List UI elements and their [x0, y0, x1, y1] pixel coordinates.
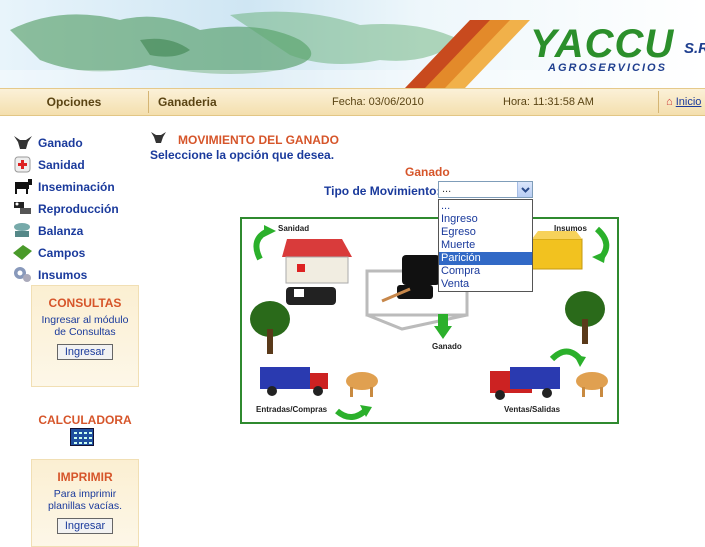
- time-label: Hora: 11:31:58 AM: [503, 96, 594, 108]
- page-title: MOVIMIENTO DEL GANADO: [178, 132, 339, 147]
- sidebar-item-campos[interactable]: Campos: [12, 243, 85, 263]
- section-label: Ganaderia: [158, 95, 217, 109]
- consultas-title: CONSULTAS: [48, 296, 122, 310]
- sidebar: Ganado Sanidad Inseminación Reproducción…: [0, 117, 148, 547]
- imprimir-text: Para imprimir planillas vacías.: [47, 488, 123, 512]
- imprimir-ingresar-button[interactable]: Ingresar: [56, 518, 114, 534]
- medical-kit-icon: [12, 155, 36, 175]
- diagram-label-sanidad: Sanidad: [278, 224, 310, 233]
- page-title-row: MOVIMIENTO DEL GANADO: [150, 130, 339, 149]
- field-icon: [12, 243, 36, 263]
- sidebar-item-ganado[interactable]: Ganado: [12, 133, 83, 153]
- cow-head-icon: [150, 130, 168, 149]
- sidebar-item-reproduccion[interactable]: Reproducción: [12, 199, 119, 219]
- brand-subtitle: AGROSERVICIOS: [548, 62, 667, 74]
- header-banner: YACCU S.R AGROSERVICIOS: [0, 0, 705, 88]
- diagram-label-insumos: Insumos: [554, 224, 587, 233]
- opciones-label: Opciones: [46, 95, 102, 109]
- dropdown-option[interactable]: ...: [439, 200, 532, 213]
- page-subtitle: Seleccione la opción que desea.: [150, 148, 335, 162]
- bull-icon: [12, 177, 36, 197]
- calculadora-title: CALCULADORA: [38, 413, 132, 427]
- tipo-movimiento-label: Tipo de Movimiento:: [324, 184, 441, 198]
- scale-icon: [12, 221, 36, 241]
- movement-diagram: Sanidad Insumos Ganado Entradas/Compras …: [240, 217, 619, 424]
- chevron-down-icon[interactable]: [517, 182, 532, 197]
- brand-suffix: S.R: [684, 40, 705, 57]
- imprimir-title: IMPRIMIR: [57, 470, 113, 484]
- sidebar-item-insumos[interactable]: Insumos: [12, 265, 87, 285]
- cattle-flow-illustration: [250, 225, 610, 420]
- cow-head-icon: [12, 133, 36, 153]
- dropdown-option[interactable]: Venta: [439, 278, 532, 291]
- gears-icon: [12, 265, 36, 285]
- home-icon: ⌂: [666, 96, 673, 108]
- sidebar-item-balanza[interactable]: Balanza: [12, 221, 83, 241]
- cows-icon: [12, 199, 36, 219]
- dropdown-option[interactable]: Muerte: [439, 239, 532, 252]
- diagram-label-ganado: Ganado: [432, 342, 462, 351]
- dropdown-option[interactable]: Ingreso: [439, 213, 532, 226]
- brand-logo: YACCU: [530, 22, 675, 66]
- calculator-icon[interactable]: [70, 428, 94, 446]
- diagram-label-entradas: Entradas/Compras: [256, 405, 328, 414]
- consultas-text: Ingresar al módulo de Consultas: [41, 314, 129, 338]
- dropdown-option[interactable]: Egreso: [439, 226, 532, 239]
- sidebar-item-sanidad[interactable]: Sanidad: [12, 155, 85, 175]
- diagram-label-ventas: Ventas/Salidas: [504, 405, 561, 414]
- tipo-movimiento-dropdown[interactable]: ... Ingreso Egreso Muerte Parición Compr…: [438, 199, 533, 292]
- home-link[interactable]: ⌂ Inicio: [666, 89, 701, 115]
- sidebar-item-inseminacion[interactable]: Inseminación: [12, 177, 115, 197]
- consultas-ingresar-button[interactable]: Ingresar: [56, 344, 114, 360]
- main-content: MOVIMIENTO DEL GANADO Seleccione la opci…: [148, 117, 705, 542]
- consultas-panel: CONSULTAS Ingresar al módulo de Consulta…: [31, 285, 139, 387]
- top-bar: Opciones Ganaderia Fecha: 03/06/2010 Hor…: [0, 88, 705, 116]
- tipo-movimiento-select[interactable]: ...: [438, 181, 533, 198]
- ganado-heading: Ganado: [405, 165, 450, 179]
- dropdown-option-selected[interactable]: Parición: [439, 252, 532, 265]
- imprimir-panel: IMPRIMIR Para imprimir planillas vacías.…: [31, 459, 139, 547]
- dropdown-option[interactable]: Compra: [439, 265, 532, 278]
- date-label: Fecha: 03/06/2010: [332, 96, 424, 108]
